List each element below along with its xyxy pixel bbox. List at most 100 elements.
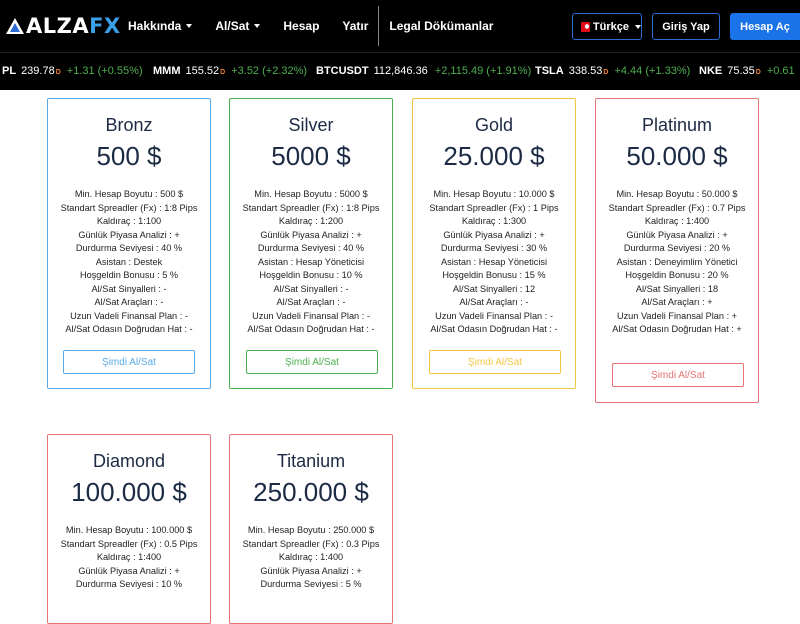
ticker-change: +3.52 (+2.32%) — [231, 65, 308, 77]
plan-feature-item: Al/Sat Araçları : + — [641, 297, 713, 307]
plan-feature-item: Kaldıraç : 1:400 — [278, 552, 344, 562]
ticker-price: 75.35 — [727, 65, 755, 77]
top-navbar: ALZAFX Hakkında Al/Sat Hesap Yatır Legal… — [0, 0, 800, 52]
ticker-marker: D — [755, 69, 761, 76]
ticker-marker: D — [220, 69, 226, 76]
plan-feature-item: Durdurma Seviyesi : 40 % — [75, 243, 183, 253]
buy-now-button[interactable]: Şimdi Al/Sat — [612, 363, 744, 387]
plan-feature-item: Kaldıraç : 1:400 — [96, 552, 162, 562]
buy-now-button[interactable]: Şimdi Al/Sat — [63, 350, 195, 374]
plan-feature-item: Al/Sat Odasın Doğrudan Hat : - — [247, 324, 375, 334]
plan-feature-item: Durdurma Seviyesi : 10 % — [75, 579, 183, 589]
menu-item-hakkinda[interactable]: Hakkında — [128, 19, 193, 33]
plan-feature-item: Al/Sat Odasın Doğrudan Hat : - — [65, 324, 193, 334]
login-button[interactable]: Giriş Yap — [652, 13, 720, 40]
ticker-price: 338.53 — [568, 65, 603, 77]
plan-feature-item: Günlük Piyasa Analizi : + — [78, 565, 180, 576]
plan-price: 25.000 $ — [443, 141, 545, 171]
plan-feature-item: Kaldıraç : 1:400 — [644, 216, 710, 226]
ticker-symbol: MMM — [153, 65, 181, 77]
plan-name: Titanium — [276, 451, 346, 471]
plan-name: Silver — [288, 115, 334, 135]
alzafx-logo[interactable]: ALZAFX — [6, 14, 121, 38]
plan-feature-item: Standart Spreadler (Fx) : 0.5 Pips — [60, 538, 198, 549]
plan-feature-item: Min. Hesap Boyutu : 50.000 $ — [616, 189, 738, 199]
plan-feature-item: Standart Spreadler (Fx) : 1 Pips — [429, 202, 559, 213]
plan-feature-item: Al/Sat Araçları : - — [94, 297, 164, 307]
plan-feature-item: Al/Sat Sinyalleri : - — [91, 283, 167, 294]
menu-item-legal-dokumanlar[interactable]: Legal Dökümanlar — [389, 19, 493, 33]
menu-label: Hesap — [283, 19, 320, 33]
menu-label: Hakkında — [128, 19, 182, 33]
language-select[interactable]: Türkçe — [572, 13, 642, 40]
plan-price: 5000 $ — [271, 141, 351, 171]
menu-item-yatir[interactable]: Yatır — [342, 19, 368, 33]
turkey-flag-icon — [581, 21, 590, 32]
logo-triangle-icon — [6, 18, 24, 34]
plan-price: 50.000 $ — [626, 141, 728, 171]
plan-features: Min. Hesap Boyutu : 100.000 $ Standart Sp… — [52, 524, 206, 592]
menu-item-hesap[interactable]: Hesap — [283, 19, 319, 33]
ticker-item[interactable]: PL 239.78 D +1.31 (+0.55%) — [2, 65, 143, 77]
ticker-change: +2,115.49 (+1.91%) — [434, 65, 532, 77]
plan-name: Gold — [474, 115, 514, 135]
buy-now-button[interactable]: Şimdi Al/Sat — [429, 350, 561, 374]
plan-feature-item: Günlük Piyasa Analizi : + — [443, 229, 545, 240]
ticker-item[interactable]: TSLA 338.53 D +4.44 (+1.33%) — [535, 65, 690, 77]
price-ticker: PL 239.78 D +1.31 (+0.55%) MMM 155.52 D +3… — [0, 52, 800, 90]
menu-label: Al/Sat — [215, 19, 250, 33]
plan-price: 100.000 $ — [71, 477, 187, 507]
ticker-symbol: PL — [2, 65, 17, 77]
plan-feature-item: Min. Hesap Boyutu : 10.000 $ — [433, 189, 555, 199]
plan-price: 250.000 $ — [253, 477, 369, 507]
main-menu: Hakkında Al/Sat Hesap Yatır Legal Döküma… — [128, 0, 516, 52]
chevron-down-icon — [254, 24, 261, 28]
plan-feature-item: Uzun Vadeli Finansal Plan : + — [616, 310, 738, 321]
open-account-button[interactable]: Hesap Aç — [730, 13, 800, 40]
ticker-price: 112,846.36 — [373, 65, 428, 77]
plan-features: Min. Hesap Boyutu : 5000 $ Standart Sprea… — [234, 188, 388, 337]
ticker-marker: D — [603, 69, 609, 76]
ticker-change: +1.31 (+0.55%) — [66, 65, 143, 77]
plan-feature-item: Min. Hesap Boyutu : 100.000 $ — [65, 525, 193, 535]
plan-feature-item: Hoşgeldin Bonusu : 20 % — [625, 270, 729, 280]
plan-feature-item: Min. Hesap Boyutu : 250.000 $ — [247, 525, 375, 535]
plan-feature-item: Standart Spreadler (Fx) : 1:8 Pips — [242, 202, 380, 213]
plan-price: 500 $ — [96, 141, 162, 171]
chevron-down-icon — [186, 24, 193, 28]
plan-feature-item: Uzun Vadeli Finansal Plan : - — [70, 310, 188, 321]
plan-feature-item: Günlük Piyasa Analizi : + — [78, 229, 180, 240]
ticker-symbol: TSLA — [535, 65, 564, 77]
plan-feature-item: Kaldıraç : 1:300 — [461, 216, 527, 226]
ticker-item[interactable]: NKE 75.35 D +0.61 — [699, 65, 795, 77]
plan-feature-item: Günlük Piyasa Analizi : + — [626, 229, 728, 240]
plan-feature-item: Al/Sat Araçları : - — [459, 297, 529, 307]
plan-feature-item: Min. Hesap Boyutu : 500 $ — [74, 189, 184, 199]
menu-label: Legal Dökümanlar — [389, 19, 494, 33]
plan-feature-item: Kaldıraç : 1:100 — [96, 216, 162, 226]
plan-feature-item: Standart Spreadler (Fx) : 0.7 Pips — [608, 202, 746, 213]
plan-feature-item: Al/Sat Odasın Doğrudan Hat : - — [430, 324, 558, 334]
plan-feature-item: Kaldıraç : 1:200 — [278, 216, 344, 226]
menu-divider — [378, 6, 380, 46]
menu-item-al-sat[interactable]: Al/Sat — [215, 19, 261, 33]
plan-feature-item: Uzun Vadeli Finansal Plan : - — [435, 310, 553, 321]
plan-feature-item: Al/Sat Sinyalleri : 18 — [635, 283, 719, 294]
ticker-item[interactable]: BTCUSDT 112,846.36 +2,115.49 (+1.91%) — [316, 65, 531, 77]
ticker-item[interactable]: MMM 155.52 D +3.52 (+2.32%) — [153, 65, 307, 77]
plan-feature-item: Durdurma Seviyesi : 20 % — [623, 243, 731, 253]
logo-text: ALZAFX — [26, 14, 121, 38]
plan-name: Platinum — [641, 115, 713, 135]
menu-label: Yatır — [342, 19, 369, 33]
plan-features: Min. Hesap Boyutu : 50.000 $ Standart Spr… — [600, 188, 754, 337]
plan-feature-item: Hoşgeldin Bonusu : 10 % — [259, 270, 363, 280]
plan-card-diamond: Diamond 100.000 $ Min. Hesap Boyutu : 10… — [47, 434, 211, 624]
buy-now-button[interactable]: Şimdi Al/Sat — [246, 350, 378, 374]
chevron-down-icon — [635, 24, 641, 29]
ticker-change: +4.44 (+1.33%) — [614, 65, 691, 77]
plan-card-bronz: Bronz 500 $ Min. Hesap Boyutu : 500 $ Sta… — [47, 98, 211, 389]
plan-feature-item: Asistan : Destek — [95, 256, 163, 267]
plan-feature-item: Asistan : Hesap Yöneticisi — [440, 256, 548, 267]
plan-name: Bronz — [105, 115, 153, 135]
ticker-marker: D — [55, 69, 61, 76]
